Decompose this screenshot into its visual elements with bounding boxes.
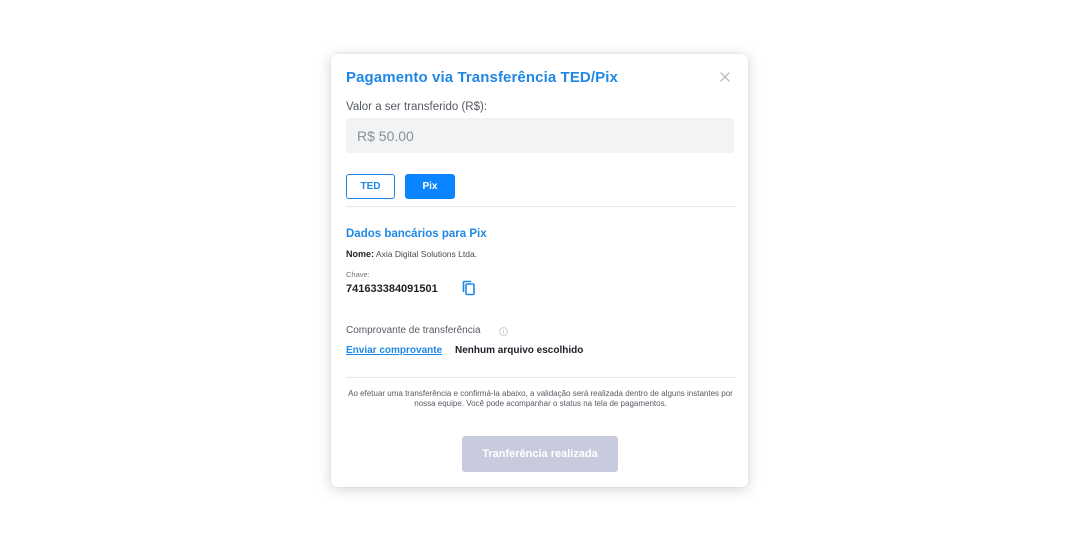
payment-modal: Pagamento via Transferência TED/Pix Valo…: [331, 54, 748, 487]
modal-title: Pagamento via Transferência TED/Pix: [346, 69, 618, 86]
copy-icon[interactable]: [461, 280, 476, 296]
send-receipt-link[interactable]: Enviar comprovante: [346, 345, 442, 356]
transfer-done-button[interactable]: Tranferência realizada: [462, 436, 618, 472]
tab-ted[interactable]: TED: [346, 174, 395, 199]
amount-input[interactable]: [346, 118, 734, 153]
amount-label: Valor a ser transferido (R$):: [346, 101, 488, 113]
info-icon: [499, 327, 508, 336]
name-value: Axia Digital Solutions Ltda.: [375, 249, 478, 259]
pix-key-value: 741633384091501: [346, 283, 438, 295]
notice-text: Ao efetuar uma transferência e confirmá-…: [348, 389, 733, 408]
bank-section-title: Dados bancários para Pix: [346, 228, 487, 240]
tab-pix[interactable]: Pix: [405, 174, 455, 199]
divider: [346, 377, 735, 378]
key-label: Chave:: [346, 270, 370, 279]
name-label: Nome:: [346, 249, 375, 259]
divider: [346, 206, 735, 207]
file-status: Nenhum arquivo escolhido: [455, 345, 584, 356]
close-icon[interactable]: [718, 70, 732, 84]
recipient-name: Nome: Axia Digital Solutions Ltda.: [346, 249, 477, 259]
receipt-label: Comprovante de transferência: [346, 325, 481, 336]
